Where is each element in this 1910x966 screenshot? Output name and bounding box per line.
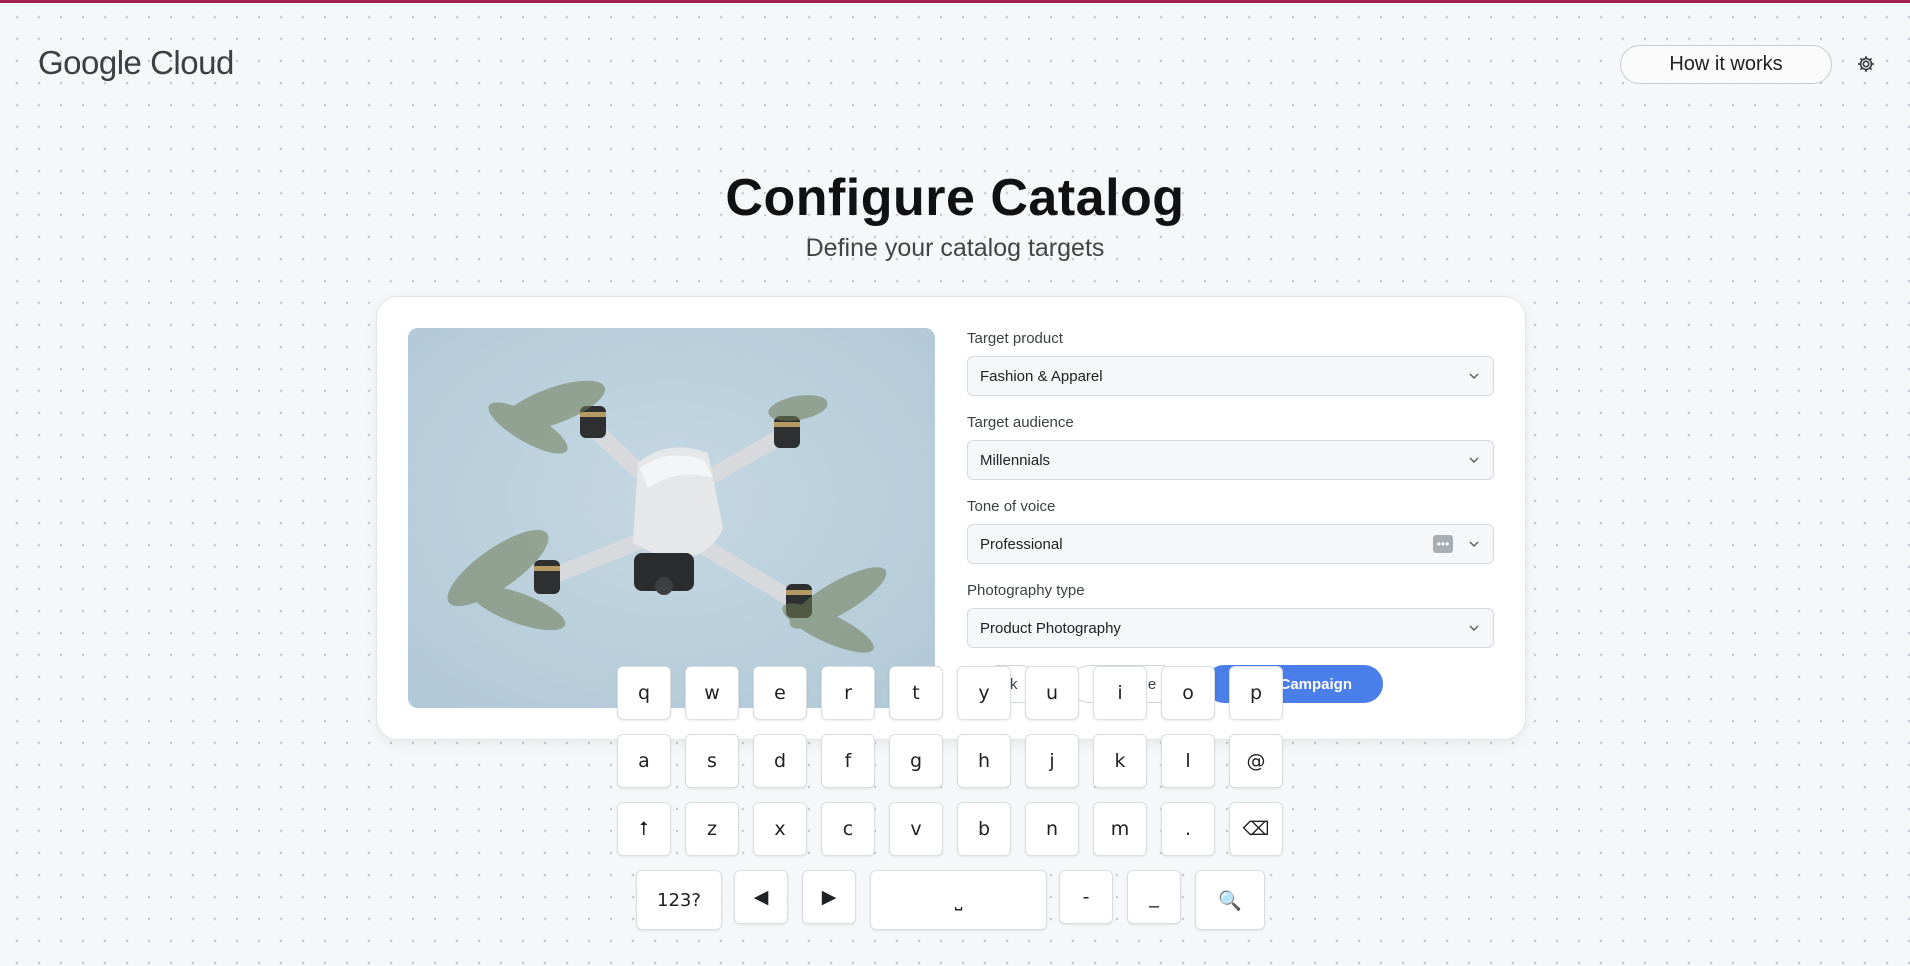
key-l[interactable]: l (1161, 734, 1215, 788)
cursor-right-key[interactable]: ▶ (802, 870, 856, 924)
photography-type-label: Photography type (967, 582, 1085, 599)
key-r[interactable]: r (821, 666, 875, 720)
key-hyphen[interactable]: - (1059, 870, 1113, 924)
chevron-down-icon (1469, 625, 1479, 632)
key-f[interactable]: f (821, 734, 875, 788)
gear-icon[interactable] (1856, 54, 1876, 74)
key-i[interactable]: i (1093, 666, 1147, 720)
tone-of-voice-select[interactable]: Professional ••• (967, 524, 1494, 564)
target-audience-select[interactable]: Millennials (967, 440, 1494, 480)
key-underscore[interactable]: _ (1127, 870, 1181, 924)
key-p[interactable]: p (1229, 666, 1283, 720)
key-h[interactable]: h (957, 734, 1011, 788)
page-title: Configure Catalog (725, 169, 1185, 227)
how-it-works-button[interactable]: How it works (1620, 45, 1832, 84)
key-w[interactable]: w (685, 666, 739, 720)
drone-icon (408, 328, 935, 708)
photography-type-value: Product Photography (980, 619, 1121, 637)
tone-of-voice-label: Tone of voice (967, 498, 1056, 515)
key-m[interactable]: m (1093, 802, 1147, 856)
key-v[interactable]: v (889, 802, 943, 856)
target-product-label: Target product (967, 330, 1063, 347)
tone-of-voice-value: Professional (980, 535, 1063, 553)
ellipsis-icon[interactable]: ••• (1433, 535, 1453, 553)
key-y[interactable]: y (957, 666, 1011, 720)
google-cloud-logo: Google Cloud (38, 44, 234, 81)
chevron-down-icon (1469, 457, 1479, 464)
key-b[interactable]: b (957, 802, 1011, 856)
backspace-key[interactable]: ⌫ (1229, 802, 1283, 856)
key-n[interactable]: n (1025, 802, 1079, 856)
key-z[interactable]: z (685, 802, 739, 856)
target-product-select[interactable]: Fashion & Apparel (967, 356, 1494, 396)
key-c[interactable]: c (821, 802, 875, 856)
product-image (408, 328, 935, 708)
key-t[interactable]: t (889, 666, 943, 720)
key-g[interactable]: g (889, 734, 943, 788)
key-d[interactable]: d (753, 734, 807, 788)
key-k[interactable]: k (1093, 734, 1147, 788)
key-j[interactable]: j (1025, 734, 1079, 788)
cursor-left-key[interactable]: ◀ (734, 870, 788, 924)
key-o[interactable]: o (1161, 666, 1215, 720)
chevron-down-icon (1469, 373, 1479, 380)
page-subtitle: Define your catalog targets (805, 234, 1105, 262)
target-audience-value: Millennials (980, 451, 1051, 469)
key-x[interactable]: x (753, 802, 807, 856)
top-accent-strip (0, 0, 1910, 3)
key-s[interactable]: s (685, 734, 739, 788)
target-audience-label: Target audience (967, 414, 1074, 431)
shift-key[interactable]: ⭡ (617, 802, 671, 856)
search-key[interactable]: 🔍 (1195, 870, 1265, 930)
numbers-key[interactable]: 123? (636, 870, 722, 930)
target-product-value: Fashion & Apparel (980, 367, 1103, 385)
key-q[interactable]: q (617, 666, 671, 720)
key-period[interactable]: . (1161, 802, 1215, 856)
photography-type-select[interactable]: Product Photography (967, 608, 1494, 648)
key-a[interactable]: a (617, 734, 671, 788)
chevron-down-icon (1469, 541, 1479, 548)
key-u[interactable]: u (1025, 666, 1079, 720)
key-e[interactable]: e (753, 666, 807, 720)
space-key[interactable]: ⎵ (870, 870, 1047, 930)
key-at[interactable]: @ (1229, 734, 1283, 788)
